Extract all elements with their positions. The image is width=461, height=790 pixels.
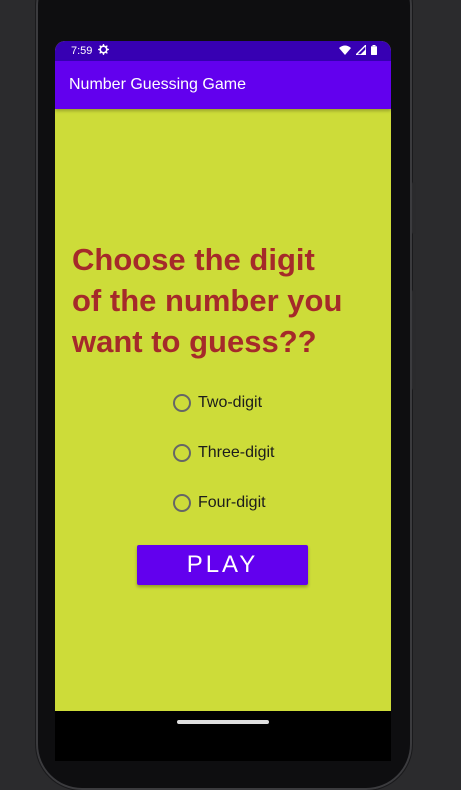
play-button[interactable]: PLAY	[137, 545, 308, 585]
question-line: want to guess??	[72, 324, 317, 359]
radio-label[interactable]: Three-digit	[198, 444, 274, 462]
power-button	[412, 290, 416, 390]
question-text: Choose the digit of the number you want …	[72, 239, 372, 362]
radio-button-icon[interactable]	[173, 394, 191, 412]
radio-option-two-digit[interactable]: Two-digit	[173, 391, 274, 415]
status-icons	[339, 42, 377, 58]
wifi-icon	[339, 45, 351, 58]
radio-option-four-digit[interactable]: Four-digit	[173, 491, 274, 515]
radio-label[interactable]: Four-digit	[198, 494, 266, 512]
radio-button-icon[interactable]	[173, 494, 191, 512]
radio-option-three-digit[interactable]: Three-digit	[173, 441, 274, 465]
home-gesture-handle[interactable]	[177, 720, 269, 724]
settings-gear-icon	[98, 44, 110, 58]
status-bar: 7:59	[55, 41, 391, 61]
volume-button	[412, 182, 416, 234]
app-title: Number Guessing Game	[69, 76, 246, 93]
question-line: of the number you	[72, 283, 343, 318]
radio-label[interactable]: Two-digit	[198, 394, 262, 412]
question-line: Choose the digit	[72, 242, 315, 277]
signal-icon	[354, 42, 367, 58]
navigation-bar	[55, 711, 391, 761]
phone-screen: 7:59 Number Guessing Game Choose the dig…	[55, 41, 391, 711]
digit-radio-group: Two-digit Three-digit Four-digit	[173, 391, 274, 541]
status-time: 7:59	[71, 45, 93, 57]
battery-icon	[371, 44, 377, 58]
radio-button-icon[interactable]	[173, 444, 191, 462]
app-bar: Number Guessing Game	[55, 61, 391, 109]
